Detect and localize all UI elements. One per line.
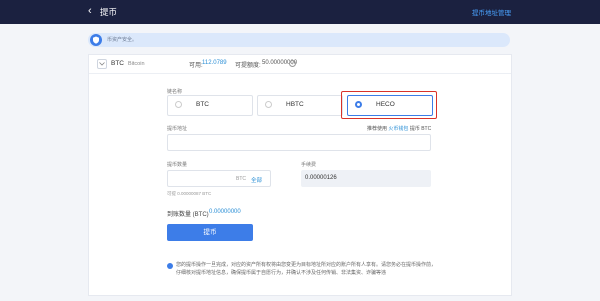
- received-value: 0.00000000: [209, 209, 241, 215]
- amount-label: 提币数量: [167, 162, 188, 168]
- chain-option-btc[interactable]: BTC: [167, 95, 253, 116]
- warning-text: 您的提币操作一旦完成，对应的资产所有权将由您变更为目标地址所对应的账户所有人享有…: [176, 262, 437, 276]
- amount-input[interactable]: BTC 全部: [167, 170, 271, 187]
- withdraw-submit-button[interactable]: 提币: [167, 224, 253, 241]
- shield-icon: [90, 34, 102, 46]
- selection-highlight-box: [341, 91, 437, 119]
- address-management-link[interactable]: 提币地址管理: [472, 7, 511, 17]
- withdraw-panel: BTC Bitcoin 可用: 112.0789 可提额度: 50.000000…: [88, 54, 512, 296]
- radio-icon[interactable]: [175, 101, 182, 108]
- coin-name: Bitcoin: [128, 60, 145, 67]
- page-title: 提币: [100, 7, 118, 17]
- amount-hint: 可提 0.00000087 BTC: [167, 191, 212, 196]
- all-button[interactable]: 全部: [251, 176, 262, 184]
- chain-option-label: BTC: [196, 101, 209, 108]
- notice-text: 币资产安全。: [107, 37, 138, 43]
- chain-option-hbtc[interactable]: HBTC: [257, 95, 343, 116]
- fee-value: 0.00000126: [305, 175, 337, 181]
- radio-icon[interactable]: [265, 101, 272, 108]
- back-arrow-icon[interactable]: ‹: [88, 5, 92, 18]
- info-icon: [167, 263, 173, 269]
- chain-option-label: HBTC: [286, 101, 304, 108]
- withdraw-warning: 您的提币操作一旦完成，对应的资产所有权将由您变更为目标地址所对应的账户所有人享有…: [167, 261, 437, 301]
- chain-label: 链名称: [167, 89, 183, 95]
- available-label: 可用:: [189, 63, 203, 69]
- chevron-down-icon[interactable]: [97, 59, 107, 69]
- quota-label: 可提额度:: [235, 63, 261, 69]
- coin-symbol: BTC: [111, 60, 124, 67]
- huobi-wallet-link[interactable]: 火币钱包: [388, 126, 408, 132]
- available-value: 112.0789: [202, 60, 227, 66]
- fee-label: 手续费: [301, 162, 317, 168]
- recommend-suffix: 提币 BTC: [409, 126, 432, 132]
- recommend-prefix: 推荐使用: [367, 126, 388, 132]
- amount-unit: BTC: [236, 176, 246, 182]
- top-bar: ‹ 提币 提币地址管理: [0, 0, 600, 24]
- security-notice: 币资产安全。: [88, 33, 510, 47]
- info-icon[interactable]: ?: [289, 60, 296, 67]
- received-label: 到账数量 (BTC): [167, 212, 209, 218]
- fee-display: 0.00000126: [301, 170, 431, 187]
- coin-selector[interactable]: BTC Bitcoin 可用: 112.0789 可提额度: 50.000000…: [89, 55, 511, 74]
- address-label: 提币地址: [167, 126, 188, 132]
- wallet-recommendation: 推荐使用 火币钱包 提币 BTC: [367, 125, 431, 132]
- address-input[interactable]: [167, 134, 431, 151]
